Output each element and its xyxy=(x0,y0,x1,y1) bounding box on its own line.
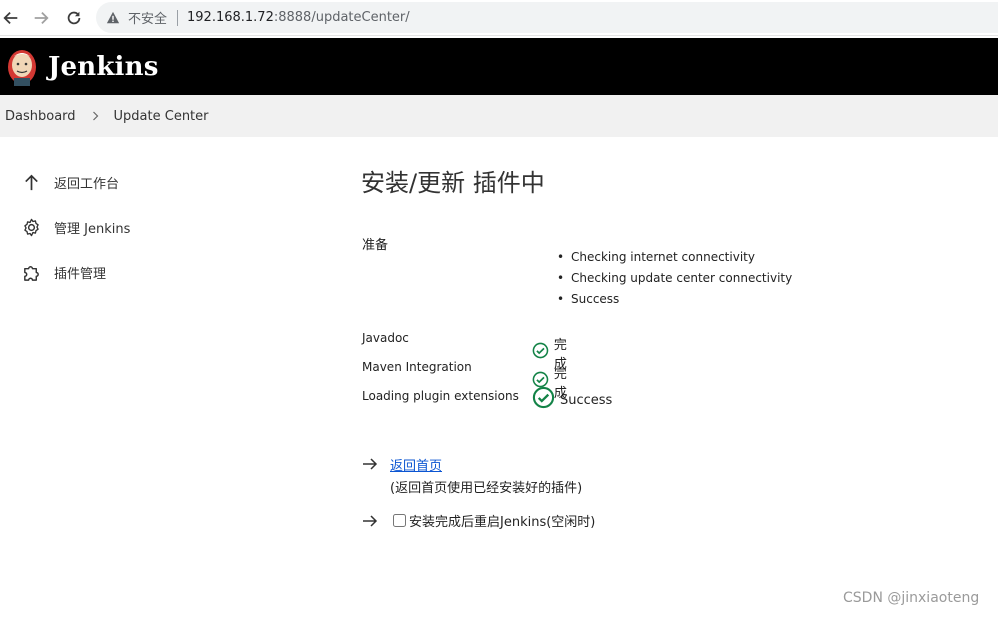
restart-label[interactable]: 安装完成后重启Jenkins(空闲时) xyxy=(409,511,595,530)
list-item: Checking update center connectivity xyxy=(557,270,792,291)
success-check-icon xyxy=(532,386,555,409)
jenkins-logo-icon[interactable] xyxy=(6,46,38,88)
go-home-action: 返回首页 (返回首页使用已经安装好的插件) xyxy=(361,455,582,496)
url-host: 192.168.1.72 xyxy=(187,10,274,25)
restart-checkbox[interactable] xyxy=(393,514,406,527)
plugin-name: Javadoc xyxy=(362,331,409,345)
puzzle-icon xyxy=(24,266,39,281)
forward-arrow-icon[interactable] xyxy=(30,7,52,29)
jenkins-header: Jenkins xyxy=(0,38,998,95)
warning-icon xyxy=(106,11,120,23)
plugin-name: Maven Integration xyxy=(362,360,472,374)
brand-title[interactable]: Jenkins xyxy=(48,52,159,82)
page-title: 安装/更新 插件中 xyxy=(361,169,545,197)
sidebar-item-back-dashboard[interactable]: 返回工作台 xyxy=(0,160,300,205)
arrow-up-icon xyxy=(25,174,38,191)
chevron-right-icon xyxy=(92,111,98,121)
gear-icon xyxy=(24,218,39,237)
watermark: CSDN @jinxiaoteng xyxy=(843,590,980,606)
go-home-link[interactable]: 返回首页 xyxy=(390,459,442,474)
status-cell: Success xyxy=(532,386,612,409)
arrow-right-icon xyxy=(363,458,378,470)
connectivity-check-list: Checking internet connectivity Checking … xyxy=(557,249,792,312)
sidebar-item-manage-jenkins[interactable]: 管理 Jenkins xyxy=(0,205,300,250)
restart-action: 安装完成后重启Jenkins(空闲时) xyxy=(361,511,595,530)
status-text: Success xyxy=(560,393,613,408)
sidebar-item-plugin-manager[interactable]: 插件管理 xyxy=(0,250,300,295)
list-item: Success xyxy=(557,291,792,312)
back-arrow-icon[interactable] xyxy=(0,7,22,29)
insecure-label: 不安全 xyxy=(128,12,168,27)
prepare-label: 准备 xyxy=(362,238,389,253)
reload-icon[interactable] xyxy=(63,7,85,29)
breadcrumb-update-center[interactable]: Update Center xyxy=(114,109,209,124)
browser-toolbar: 不安全 192.168.1.72:8888/updateCenter/ xyxy=(0,0,998,36)
go-home-description: (返回首页使用已经安装好的插件) xyxy=(390,481,583,496)
plugin-name: Loading plugin extensions xyxy=(362,389,519,403)
arrow-right-icon xyxy=(363,514,378,527)
address-bar[interactable]: 不安全 192.168.1.72:8888/updateCenter/ xyxy=(96,2,998,33)
breadcrumb-dashboard[interactable]: Dashboard xyxy=(5,109,76,124)
sidebar-item-label: 管理 Jenkins xyxy=(54,222,131,237)
breadcrumb: Dashboard Update Center xyxy=(0,95,998,137)
sidebar: 返回工作台 管理 Jenkins 插件管理 xyxy=(0,160,300,295)
address-divider xyxy=(177,9,179,26)
go-home-text: 返回首页 (返回首页使用已经安装好的插件) xyxy=(390,455,582,496)
sidebar-item-label: 插件管理 xyxy=(54,267,107,282)
sidebar-item-label: 返回工作台 xyxy=(54,177,120,192)
list-item: Checking internet connectivity xyxy=(557,249,792,270)
url-path: :8888/updateCenter/ xyxy=(273,10,410,25)
main-content: 安装/更新 插件中 准备 Checking internet connectiv… xyxy=(361,165,981,530)
